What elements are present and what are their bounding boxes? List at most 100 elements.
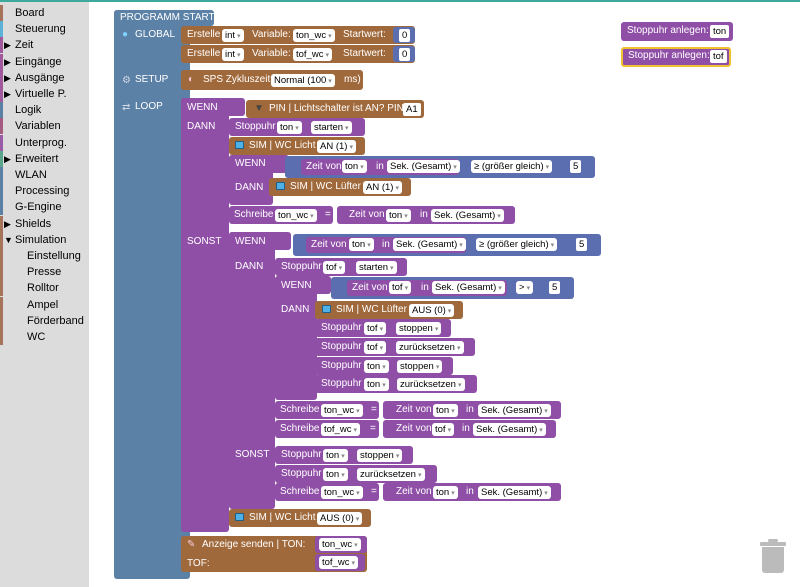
unit-dropdown[interactable]: Sek. (Gesamt) ▾ bbox=[432, 281, 505, 294]
variable-dropdown[interactable]: ton_wc ▾ bbox=[293, 29, 335, 42]
unit-dropdown[interactable]: Sek. (Gesamt) ▾ bbox=[393, 238, 466, 251]
collapsed-arrow-icon[interactable]: ▶ bbox=[4, 37, 11, 53]
toolbox-category-erweitert[interactable]: ▶ Erweitert bbox=[0, 150, 89, 167]
variable-dropdown[interactable]: tof_wc ▾ bbox=[293, 48, 332, 61]
category-label: Presse bbox=[27, 266, 62, 279]
clock-icon: ◐ bbox=[188, 74, 195, 85]
toolbox-category-wlan[interactable]: WLAN bbox=[0, 167, 89, 183]
state-dropdown[interactable]: AN (1) ▾ bbox=[363, 181, 402, 194]
variable-dropdown[interactable]: ton_wc ▾ bbox=[321, 486, 363, 499]
unit-dropdown[interactable]: Sek. (Gesamt) ▾ bbox=[387, 160, 460, 173]
collapsed-arrow-icon[interactable]: ▶ bbox=[4, 151, 11, 167]
if-block[interactable] bbox=[181, 98, 229, 532]
action-dropdown[interactable]: zurücksetzen ▾ bbox=[357, 468, 425, 481]
variable-dropdown[interactable]: ton_wc ▾ bbox=[321, 404, 363, 417]
collapsed-arrow-icon[interactable]: ▶ bbox=[4, 86, 11, 102]
unit-dropdown[interactable]: Sek. (Gesamt) ▾ bbox=[478, 486, 551, 499]
toolbox-category-presse[interactable]: Presse bbox=[0, 264, 89, 281]
pin-input[interactable]: A1 bbox=[403, 103, 421, 116]
trash-icon[interactable] bbox=[760, 539, 786, 573]
stoppuhr-dropdown[interactable]: ton ▾ bbox=[323, 449, 348, 462]
toolbox-category-shields[interactable]: ▶ Shields bbox=[0, 215, 89, 232]
toolbox-category-variablen[interactable]: Variablen bbox=[0, 118, 89, 135]
stoppuhr-dropdown[interactable]: ton ▾ bbox=[364, 360, 389, 373]
stoppuhr-dropdown[interactable]: ton ▾ bbox=[277, 121, 302, 134]
toolbox-category-processing[interactable]: Processing bbox=[0, 183, 89, 200]
state-dropdown[interactable]: AUS (0) ▾ bbox=[317, 512, 363, 525]
stoppuhr-dropdown[interactable]: ton ▾ bbox=[433, 404, 458, 417]
unit-dropdown[interactable]: Sek. (Gesamt) ▾ bbox=[478, 404, 551, 417]
toolbox-category-ausgänge[interactable]: ▶ Ausgänge bbox=[0, 69, 89, 86]
toolbox-category-virtuelle-p-[interactable]: ▶ Virtuelle P. bbox=[0, 86, 89, 102]
zykluszeit-dropdown[interactable]: Normal (100 ▾ bbox=[271, 74, 335, 87]
toolbox-category-zeit[interactable]: ▶ Zeit bbox=[0, 37, 89, 54]
category-label: WLAN bbox=[15, 169, 47, 181]
sonst-label: SONST bbox=[187, 236, 222, 247]
stoppuhr-name-input[interactable]: ton bbox=[710, 25, 730, 38]
stoppuhr-dropdown[interactable]: tof ▾ bbox=[323, 261, 346, 274]
toolbox-category-g-engine[interactable]: G-Engine bbox=[0, 199, 89, 216]
category-color-bar bbox=[0, 134, 3, 151]
state-dropdown[interactable]: AN (1) ▾ bbox=[317, 140, 356, 153]
inner-if-block[interactable] bbox=[275, 276, 317, 400]
variable-dropdown[interactable]: ton_wc ▾ bbox=[319, 538, 361, 551]
action-dropdown[interactable]: stoppen ▾ bbox=[357, 449, 403, 462]
type-dropdown[interactable]: int ▾ bbox=[222, 29, 244, 42]
toolbox-category-wc[interactable]: WC bbox=[0, 329, 89, 345]
operator-dropdown[interactable]: ≥ (größer gleich) ▾ bbox=[471, 160, 553, 173]
stoppuhr-dropdown[interactable]: tof ▾ bbox=[389, 281, 412, 294]
toolbox-category-rolltor[interactable]: Rolltor bbox=[0, 280, 89, 297]
action-dropdown[interactable]: zurücksetzen ▾ bbox=[397, 378, 465, 391]
stoppuhr-dropdown[interactable]: tof ▾ bbox=[364, 341, 387, 354]
state-dropdown[interactable]: AUS (0) ▾ bbox=[409, 304, 455, 317]
in-label: in bbox=[466, 486, 474, 497]
stoppuhr-dropdown[interactable]: ton ▾ bbox=[386, 209, 411, 222]
number-input[interactable]: 5 bbox=[576, 238, 588, 251]
action-dropdown[interactable]: zurücksetzen ▾ bbox=[396, 341, 464, 354]
stoppuhr-dropdown[interactable]: tof ▾ bbox=[432, 423, 455, 436]
variable-dropdown[interactable]: ton_wc ▾ bbox=[275, 209, 317, 222]
toolbox-category-logik[interactable]: Logik bbox=[0, 102, 89, 119]
variable-dropdown[interactable]: tof_wc ▾ bbox=[321, 423, 360, 436]
category-label: Zeit bbox=[15, 39, 34, 52]
action-dropdown[interactable]: starten ▾ bbox=[356, 261, 397, 274]
operator-dropdown[interactable]: ≥ (größer gleich) ▾ bbox=[476, 238, 558, 251]
number-input[interactable]: 5 bbox=[570, 160, 582, 173]
collapsed-arrow-icon[interactable]: ▶ bbox=[4, 70, 11, 86]
startwert-input[interactable]: 0 bbox=[399, 48, 411, 61]
stoppuhr-dropdown[interactable]: ton ▾ bbox=[433, 486, 458, 499]
stoppuhr-dropdown[interactable]: ton ▾ bbox=[349, 238, 374, 251]
stoppuhr-name-input[interactable]: tof bbox=[710, 50, 727, 63]
action-dropdown[interactable]: stoppen ▾ bbox=[396, 322, 442, 335]
collapsed-arrow-icon[interactable]: ▶ bbox=[4, 216, 11, 232]
stoppuhr-anlegen-label: Stoppuhr anlegen: bbox=[628, 50, 710, 61]
startwert-input[interactable]: 0 bbox=[399, 29, 411, 42]
toolbox-category-einstellung[interactable]: Einstellung bbox=[0, 248, 89, 264]
action-dropdown[interactable]: starten ▾ bbox=[311, 121, 352, 134]
stoppuhr-dropdown[interactable]: ton ▾ bbox=[364, 378, 389, 391]
category-label: Einstellung bbox=[27, 250, 81, 262]
variable-dropdown[interactable]: tof_wc ▾ bbox=[319, 556, 358, 569]
toolbox-category-steuerung[interactable]: Steuerung bbox=[0, 21, 89, 38]
category-color-bar bbox=[0, 231, 3, 248]
workspace[interactable]: PROGRAMM START ● GLOBAL ⚙ SETUP ⇄ LOOP E… bbox=[89, 2, 800, 587]
expanded-arrow-icon[interactable]: ▼ bbox=[4, 232, 13, 248]
stoppuhr-dropdown[interactable]: ton ▾ bbox=[342, 160, 367, 173]
stoppuhr-dropdown[interactable]: tof ▾ bbox=[364, 322, 387, 335]
action-dropdown[interactable]: stoppen ▾ bbox=[397, 360, 443, 373]
toolbox-category-board[interactable]: Board bbox=[0, 5, 89, 21]
unit-dropdown[interactable]: Sek. (Gesamt) ▾ bbox=[473, 423, 546, 436]
toolbox-category-ampel[interactable]: Ampel bbox=[0, 296, 89, 313]
toolbox-category-förderband[interactable]: Förderband bbox=[0, 312, 89, 329]
collapsed-arrow-icon[interactable]: ▶ bbox=[4, 54, 11, 70]
stoppuhr-dropdown[interactable]: ton ▾ bbox=[323, 468, 348, 481]
toolbox-category-eingänge[interactable]: ▶ Eingänge bbox=[0, 53, 89, 70]
toolbox-category-unterprog-[interactable]: Unterprog. bbox=[0, 134, 89, 151]
toolbox-category-simulation[interactable]: ▼ Simulation bbox=[0, 231, 89, 248]
operator-dropdown[interactable]: > ▾ bbox=[516, 281, 534, 294]
number-input[interactable]: 5 bbox=[549, 281, 561, 294]
unit-dropdown[interactable]: Sek. (Gesamt) ▾ bbox=[431, 209, 504, 222]
zeit-von-label: Zeit von bbox=[396, 486, 432, 497]
type-dropdown[interactable]: int ▾ bbox=[222, 48, 244, 61]
program-start-block[interactable] bbox=[114, 10, 190, 579]
